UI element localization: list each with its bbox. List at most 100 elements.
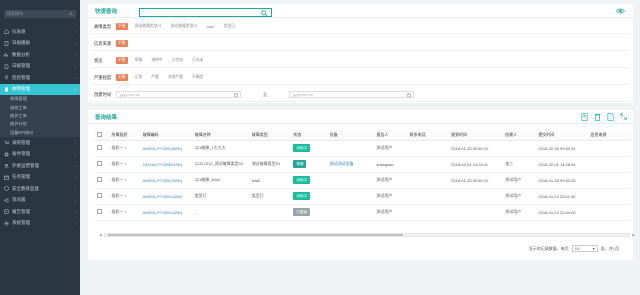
sidebar-search[interactable]: 搜索模块: [4, 10, 76, 18]
column-header[interactable]: 故障类型: [249, 130, 292, 141]
sidebar-item[interactable]: 外委运营管理 ›: [0, 160, 80, 172]
row-checkbox[interactable]: [97, 161, 102, 166]
sidebar-item[interactable]: 数据分析 ›: [0, 49, 80, 61]
fault-code-link[interactable]: 000001-FT180124002: [143, 194, 183, 199]
filter-option[interactable]: 严重: [149, 74, 161, 81]
filter-option[interactable]: 流转中: [149, 57, 164, 64]
table-header-row: 所属组织 故障编码 故障名称 故障类型 状态 设备 报告人 联系电话 报到时间 创建人 提交时间 信息…: [95, 130, 631, 141]
filter-option[interactable]: 类型已: [222, 23, 237, 30]
sidebar-item[interactable]: 日报播报 ›: [0, 38, 80, 50]
filter-option[interactable]: 已关闭: [190, 57, 205, 64]
chevron-right-icon: ›: [74, 86, 76, 92]
filter-option[interactable]: 不限: [116, 40, 128, 47]
filter-option[interactable]: 不限: [116, 23, 128, 30]
fault-code-link[interactable]: 000001-FT180125001: [143, 178, 183, 183]
panel-title: 查询结果: [88, 110, 633, 124]
row-checkbox[interactable]: [97, 193, 102, 198]
table-toolbar: [581, 113, 627, 121]
search-icon[interactable]: [69, 12, 73, 16]
scrollbar-thumb[interactable]: [108, 234, 403, 236]
sidebar-item[interactable]: 任务管理 ›: [0, 171, 80, 183]
column-header[interactable]: 提交时间: [536, 130, 589, 141]
sidebar-item[interactable]: 安全教育监督 ›: [0, 183, 80, 195]
column-header[interactable]: 报到时间: [449, 130, 504, 141]
export-icon[interactable]: [581, 113, 588, 121]
table-cell: 测试用户: [374, 140, 408, 157]
row-checkbox[interactable]: [97, 209, 102, 214]
sidebar-item[interactable]: 采购管理 ›: [0, 137, 80, 149]
sidebar-item[interactable]: 备件管理 ›: [0, 148, 80, 160]
sidebar-search-input[interactable]: 搜索模块: [7, 11, 69, 17]
filter-option[interactable]: 正常: [133, 74, 145, 81]
fault-code-link[interactable]: 000001-FT180126001: [143, 146, 183, 151]
scroll-right-icon[interactable]: ▶: [632, 233, 635, 237]
fault-code-link[interactable]: 100100-FT180201001: [143, 162, 183, 167]
row-checkbox[interactable]: [97, 145, 102, 150]
column-header[interactable]: 所属组织: [109, 130, 141, 141]
horizontal-scrollbar[interactable]: ◀ ▶: [99, 233, 635, 237]
column-header[interactable]: 报告人: [374, 130, 408, 141]
chevron-right-icon: ›: [74, 75, 76, 81]
status-badge: 草稿: [293, 160, 307, 168]
delete-icon[interactable]: [594, 113, 601, 121]
filter-option[interactable]: 不限: [116, 57, 128, 64]
sidebar-subitem[interactable]: 故障管理: [0, 95, 80, 104]
eye-icon[interactable]: [616, 8, 625, 14]
sidebar-item[interactable]: 报告管理 ›: [0, 206, 80, 218]
table-row[interactable]: 组织一 ▾ 000001-FT180124001... 已撤销 测试用户 测试用户 201…: [95, 204, 631, 221]
filter-option[interactable]: 测试故障类型01: [169, 23, 200, 30]
column-header[interactable]: 联系电话: [407, 130, 450, 141]
page-size-select[interactable]: 10 ▾: [571, 245, 598, 252]
sidebar-subitem[interactable]: 设备KPI统计: [0, 128, 80, 137]
select-all-checkbox[interactable]: [97, 132, 102, 137]
calendar-icon[interactable]: [407, 93, 411, 97]
sidebar-item[interactable]: 资讯版 ›: [0, 194, 80, 206]
table-row[interactable]: 组织一 ▾ 000001-FT180124002 类型已 类型已 流转中 测试用户 测试用户…: [95, 188, 631, 205]
table-row[interactable]: 组织一 ▾ 100100-FT180201001 21312312_测试故障类型01…: [95, 156, 631, 173]
sidebar-item[interactable]: 日报管理 ›: [0, 61, 80, 73]
filter-option[interactable]: 已完成: [170, 57, 185, 64]
filter-option[interactable]: 草稿: [133, 57, 145, 64]
table-row[interactable]: 组织一 ▾ 000001-FT180126001 321故障_1大大大 流转中 测试用户…: [95, 140, 631, 157]
column-header[interactable]: 状态: [291, 130, 328, 141]
fault-code-link[interactable]: 000001-FT180124001: [143, 210, 183, 215]
status-badge: 流转中: [293, 144, 311, 152]
filter-option[interactable]: 非常严重: [166, 74, 185, 81]
calendar-icon[interactable]: [234, 93, 238, 97]
results-table: 所属组织 故障编码 故障名称 故障类型 状态 设备 报告人 联系电话 报到时间 创建人 提交时间 信息…: [95, 130, 631, 221]
search-icon[interactable]: [261, 9, 268, 17]
sidebar-subitem[interactable]: 维护计划: [0, 120, 80, 129]
table-row[interactable]: 组织一 ▾ 000001-FT180125001 321故障_lela2 lela2 流…: [95, 172, 631, 189]
column-header[interactable]: 故障编码: [140, 130, 193, 141]
location-icon: [4, 75, 9, 80]
date-from-input[interactable]: yyyy-mm-dd: [116, 91, 241, 98]
sidebar-item[interactable]: 故障管理 ›: [0, 83, 80, 95]
chevron-down-icon: ▾: [124, 162, 127, 166]
column-header[interactable]: 故障名称: [192, 130, 250, 141]
settings-icon: [4, 221, 9, 226]
report-icon: [4, 209, 9, 214]
scroll-left-icon[interactable]: ◀: [99, 233, 102, 237]
column-header[interactable]: 创建人: [503, 130, 537, 141]
filter-option[interactable]: 测试故障类型01: [133, 23, 164, 30]
quick-search-input[interactable]: [139, 8, 272, 17]
table-cell: 张三: [503, 156, 537, 173]
sidebar-subitem[interactable]: 维修工单: [0, 103, 80, 112]
date-to-input[interactable]: yyyy-mm-dd: [289, 91, 414, 98]
table-cell: [407, 204, 450, 221]
column-header[interactable]: 信息来源: [588, 130, 631, 141]
filter-option[interactable]: 不确定: [190, 74, 205, 81]
sidebar-item[interactable]: 巡检管理 ›: [0, 72, 80, 84]
expand-icon[interactable]: [620, 113, 627, 120]
filter-option[interactable]: lela2: [205, 24, 217, 30]
sidebar-subitem[interactable]: 维护工单: [0, 111, 80, 121]
filter-option[interactable]: 不限: [116, 74, 128, 81]
sidebar-item-label: 数据分析: [12, 51, 30, 57]
row-checkbox[interactable]: [97, 177, 102, 182]
sidebar-item-label: 安全教育监督: [12, 185, 39, 191]
document-icon[interactable]: [607, 113, 614, 121]
column-header[interactable]: 设备: [327, 130, 375, 141]
sidebar-item[interactable]: 仪表盘 ›: [0, 26, 80, 38]
sidebar-item[interactable]: 系统管理 ›: [0, 217, 80, 229]
device-link[interactable]: 测试测试设备: [330, 161, 354, 166]
